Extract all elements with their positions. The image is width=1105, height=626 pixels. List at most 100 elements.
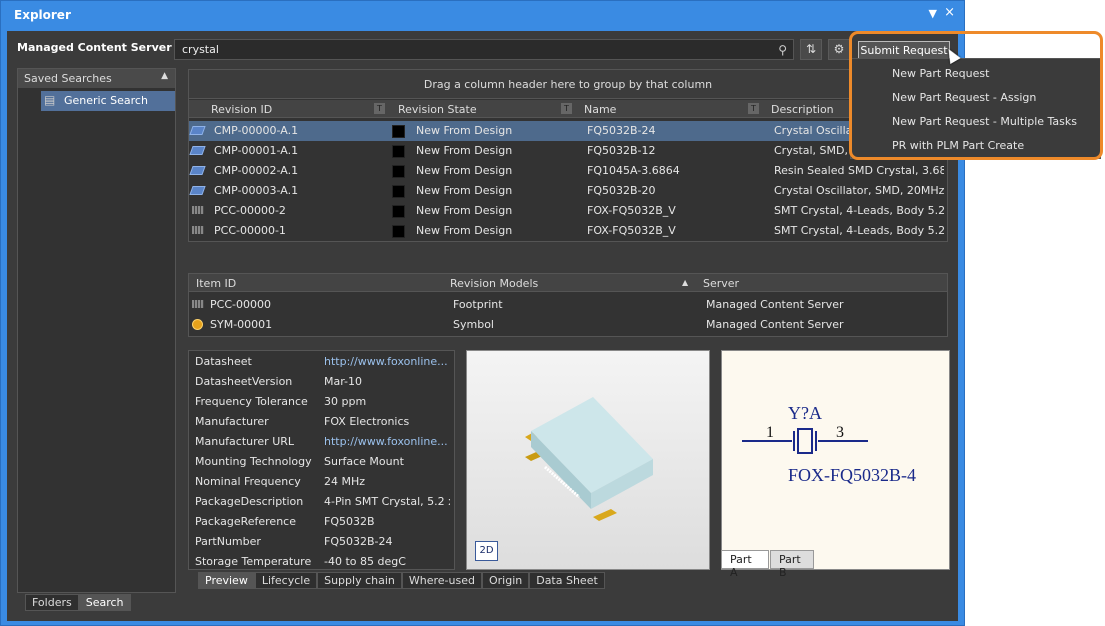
pin-menu-icon[interactable]: ▼: [929, 7, 937, 20]
column-server[interactable]: Server: [703, 277, 739, 290]
property-row: DatasheetVersion Mar-10: [195, 375, 454, 395]
property-key: PartNumber: [195, 535, 261, 548]
item-id: SYM-00001: [210, 318, 273, 331]
property-value: Surface Mount: [324, 455, 404, 468]
table-row[interactable]: PCC-00000-1 New From Design FOX-FQ5032B_…: [189, 221, 947, 241]
property-row: PackageReference FQ5032B: [195, 515, 454, 535]
tab-origin[interactable]: Origin: [481, 572, 530, 589]
property-key: DatasheetVersion: [195, 375, 293, 388]
symbol-icon: [192, 319, 203, 330]
column-revision-id[interactable]: Revision ID: [211, 103, 272, 116]
document-icon: ▤: [44, 93, 56, 107]
search-value: crystal: [182, 43, 219, 56]
filter-icon[interactable]: T: [374, 103, 385, 114]
column-description[interactable]: Description: [771, 103, 834, 116]
models-header: Item ID Revision Models ▲ Server: [189, 274, 947, 292]
revision-state: New From Design: [416, 124, 513, 137]
3d-preview[interactable]: 2D: [466, 350, 710, 570]
sidebar-item-label: Generic Search: [64, 94, 148, 107]
item-description: Crystal Oscillator, SMD, 20MHz, S...: [774, 184, 944, 197]
revision-state: New From Design: [416, 144, 513, 157]
search-icon[interactable]: ⚲: [778, 43, 787, 57]
tab-part-a[interactable]: Part A: [721, 550, 769, 579]
table-row[interactable]: SYM-00001 Symbol Managed Content Server: [189, 315, 947, 335]
pin-1-label: 1: [766, 424, 774, 441]
saved-searches-header[interactable]: Saved Searches ▲: [18, 69, 175, 88]
column-revision-models[interactable]: Revision Models: [450, 277, 538, 290]
tab-search[interactable]: Search: [78, 594, 131, 611]
state-color-swatch: [392, 205, 405, 218]
manufacturer-url-link[interactable]: http://www.foxonline...: [324, 435, 450, 448]
property-key: Storage Temperature: [195, 555, 312, 568]
properties-panel: Datasheet http://www.foxonline... Datashe…: [188, 350, 455, 570]
explorer-body: Managed Content Server ▾ crystal ⚲ ⇅ ⚙ S…: [7, 31, 958, 621]
state-color-swatch: [392, 125, 405, 138]
crystal-symbol: Y?A 1 3 FOX-FQ5032B-4: [742, 403, 916, 485]
footprint-icon: [192, 226, 204, 234]
property-row: PackageDescription 4-Pin SMT Crystal, 5.2…: [195, 495, 454, 515]
toggle-2d-button[interactable]: 2D: [475, 541, 498, 561]
saved-searches-title: Saved Searches: [24, 72, 112, 85]
revision-id: CMP-00003-A.1: [214, 184, 299, 197]
sidebar-item-generic-search[interactable]: ▤ Generic Search: [41, 91, 175, 111]
filter-icon[interactable]: T: [561, 103, 572, 114]
property-key: Mounting Technology: [195, 455, 312, 468]
tab-data-sheet[interactable]: Data Sheet: [529, 572, 605, 589]
tab-part-b[interactable]: Part B: [770, 550, 814, 579]
property-row: Manufacturer FOX Electronics: [195, 415, 454, 435]
table-row[interactable]: PCC-00000 Footprint Managed Content Serv…: [189, 295, 947, 315]
property-value: Mar-10: [324, 375, 363, 388]
property-key: Datasheet: [195, 355, 252, 368]
property-key: Frequency Tolerance: [195, 395, 308, 408]
column-name[interactable]: Name: [584, 103, 616, 116]
group-by-hint[interactable]: Drag a column header here to group by th…: [189, 70, 947, 99]
revision-state: New From Design: [416, 184, 513, 197]
property-key: Nominal Frequency: [195, 475, 301, 488]
component-icon: [189, 146, 206, 155]
property-value: FQ5032B-24: [324, 535, 393, 548]
revision-id: CMP-00002-A.1: [214, 164, 299, 177]
property-row: Storage Temperature -40 to 85 degC: [195, 555, 454, 569]
server-dropdown[interactable]: Managed Content Server ▾: [17, 41, 181, 54]
table-row[interactable]: CMP-00000-A.1 New From Design FQ5032B-24…: [189, 121, 947, 141]
column-item-id[interactable]: Item ID: [196, 277, 236, 290]
part-comment: FOX-FQ5032B-4: [788, 465, 916, 485]
item-description: SMT Crystal, 4-Leads, Body 5.2x3...: [774, 224, 944, 237]
property-value: FOX Electronics: [324, 415, 410, 428]
table-row[interactable]: CMP-00001-A.1 New From Design FQ5032B-12…: [189, 141, 947, 161]
revision-state: New From Design: [416, 224, 513, 237]
item-name: FQ1045A-3.6864: [587, 164, 680, 177]
tab-folders[interactable]: Folders: [25, 594, 79, 611]
search-input[interactable]: crystal ⚲: [174, 39, 794, 60]
state-color-swatch: [392, 145, 405, 158]
window-title: Explorer: [14, 8, 71, 22]
saved-searches-panel: Saved Searches ▲ ▤ Generic Search: [17, 68, 176, 593]
tab-lifecycle[interactable]: Lifecycle: [254, 572, 318, 589]
settings-button[interactable]: ⚙: [828, 39, 850, 60]
schematic-preview: Y?A 1 3 FOX-FQ5032B-4: [721, 350, 950, 570]
tab-preview[interactable]: Preview: [198, 572, 255, 589]
item-name: FQ5032B-20: [587, 184, 656, 197]
tab-supply-chain[interactable]: Supply chain: [317, 572, 402, 589]
designator: Y?A: [788, 403, 822, 423]
item-description: Resin Sealed SMD Crystal, 3.686...: [774, 164, 944, 177]
datasheet-link[interactable]: http://www.foxonline...: [324, 355, 450, 368]
refresh-button[interactable]: ⇅: [800, 39, 822, 60]
explorer-window: Explorer ▼ × Managed Content Server ▾ cr…: [0, 0, 965, 626]
property-row: Nominal Frequency 24 MHz: [195, 475, 454, 495]
revision-state: New From Design: [416, 164, 513, 177]
tab-where-used[interactable]: Where-used: [401, 572, 482, 589]
table-row[interactable]: CMP-00003-A.1 New From Design FQ5032B-20…: [189, 181, 947, 201]
sort-ascending-icon[interactable]: ▲: [682, 278, 688, 287]
filter-icon[interactable]: T: [748, 103, 759, 114]
table-row[interactable]: CMP-00002-A.1 New From Design FQ1045A-3.…: [189, 161, 947, 181]
item-name: FQ5032B-24: [587, 124, 656, 137]
footprint-icon: [192, 206, 204, 214]
property-value: -40 to 85 degC: [324, 555, 406, 568]
column-revision-state[interactable]: Revision State: [398, 103, 477, 116]
property-value: 30 ppm: [324, 395, 367, 408]
collapse-icon[interactable]: ▲: [161, 71, 168, 81]
table-row[interactable]: PCC-00000-2 New From Design FOX-FQ5032B_…: [189, 201, 947, 221]
property-key: PackageReference: [195, 515, 296, 528]
close-icon[interactable]: ×: [944, 5, 955, 20]
